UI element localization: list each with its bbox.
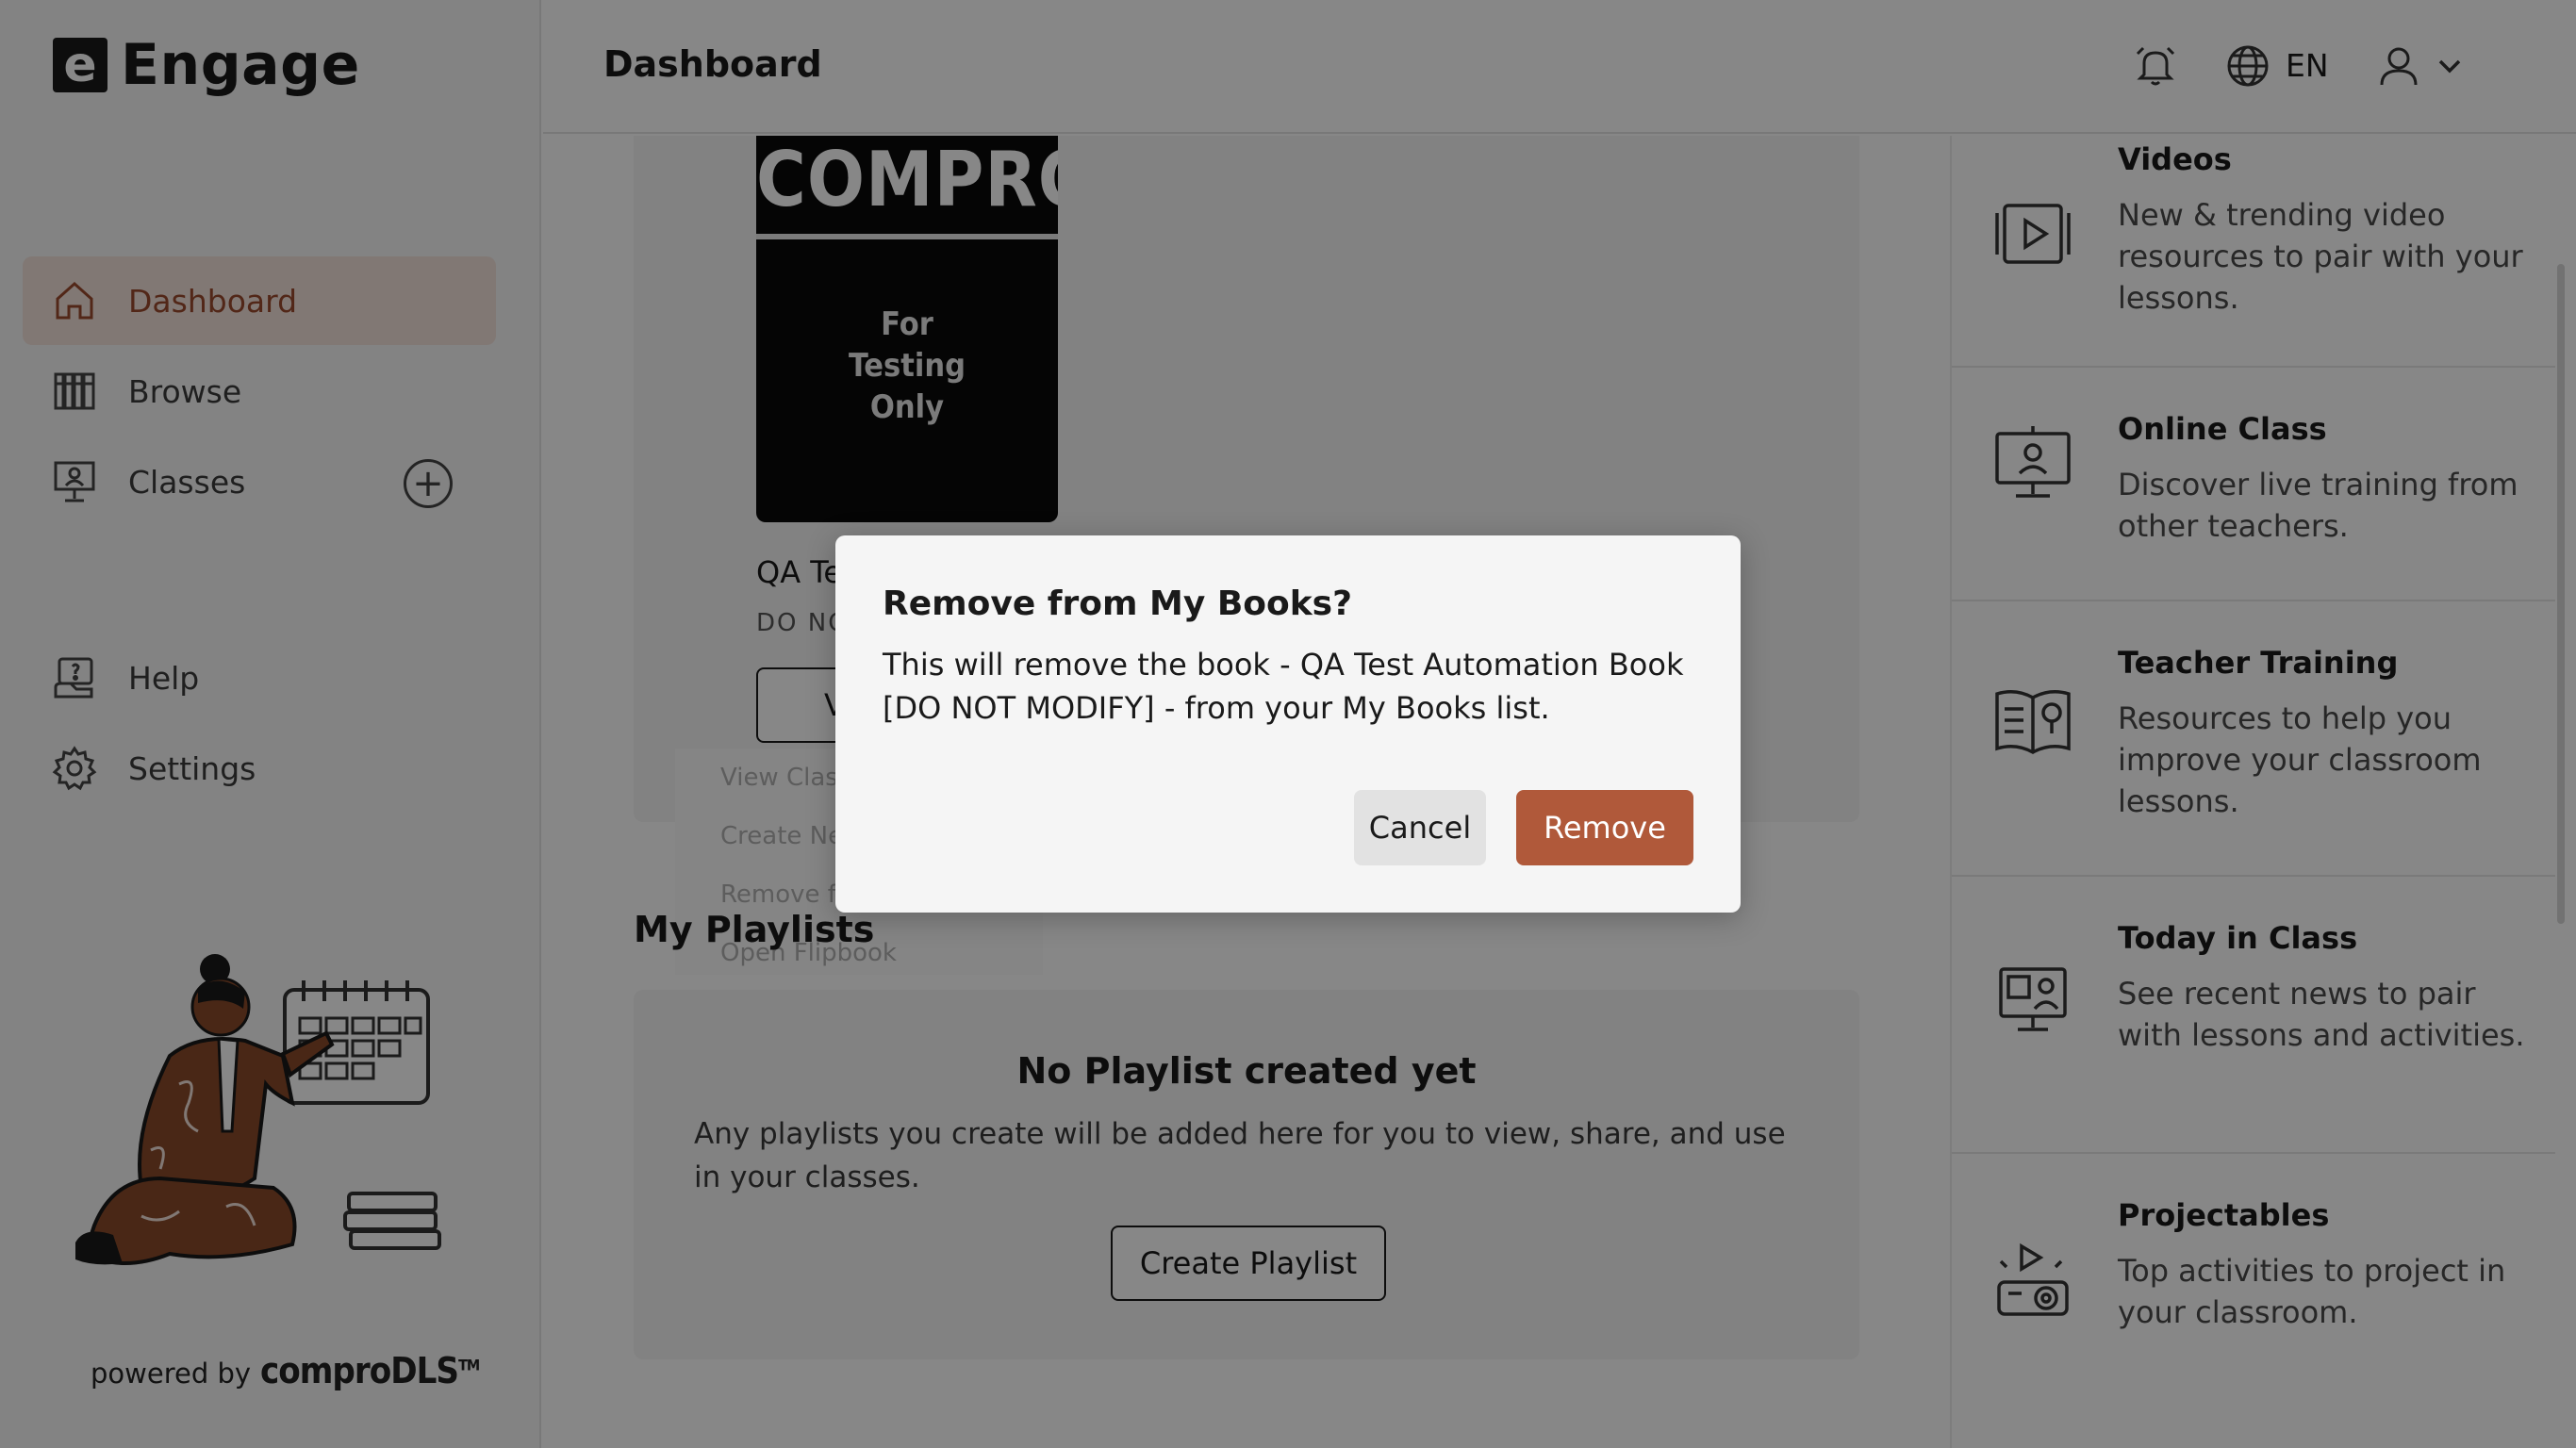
dialog-title: Remove from My Books? bbox=[883, 584, 1352, 623]
remove-book-dialog: Remove from My Books? This will remove t… bbox=[835, 535, 1741, 913]
cancel-button[interactable]: Cancel bbox=[1354, 790, 1486, 865]
dialog-message: This will remove the book - QA Test Auto… bbox=[883, 647, 1684, 726]
remove-button[interactable]: Remove bbox=[1516, 790, 1693, 865]
